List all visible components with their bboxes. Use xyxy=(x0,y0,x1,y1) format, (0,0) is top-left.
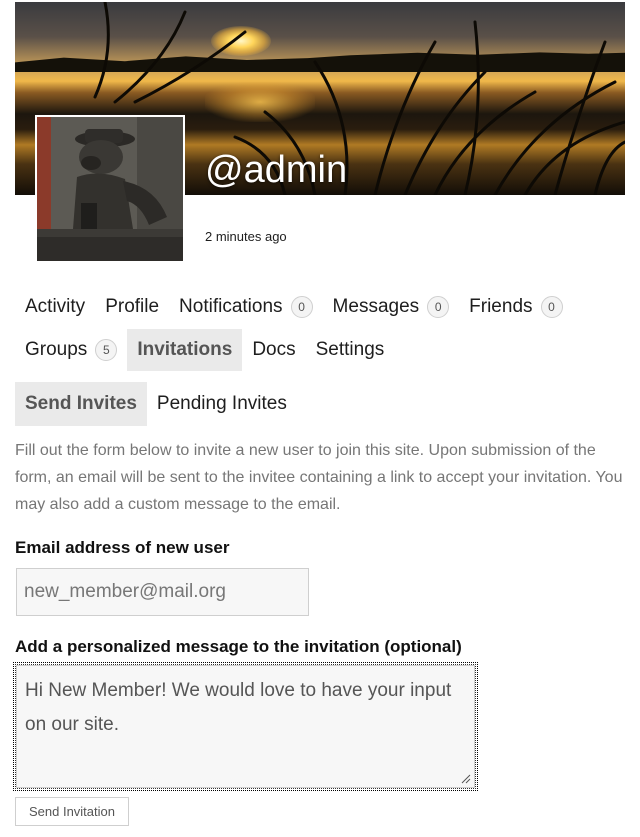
nav-item-label: Notifications xyxy=(179,296,283,317)
nav-item-notifications[interactable]: Notifications 0 xyxy=(169,289,323,325)
nav-item-label: Docs xyxy=(252,339,296,360)
groups-count-badge: 5 xyxy=(95,339,118,361)
subnav-pending-invites[interactable]: Pending Invites xyxy=(147,382,297,426)
profile-handle: @admin xyxy=(205,149,348,191)
avatar[interactable] xyxy=(35,115,185,263)
nav-item-label: Groups xyxy=(25,339,88,360)
last-active-timestamp: 2 minutes ago xyxy=(205,229,287,244)
subnav-send-invites[interactable]: Send Invites xyxy=(15,382,147,426)
messages-count-badge: 0 xyxy=(427,296,450,318)
subnav-label: Pending Invites xyxy=(156,393,287,414)
nav-item-label: Activity xyxy=(25,296,86,317)
nav-item-friends[interactable]: Friends 0 xyxy=(459,289,572,325)
invite-intro-text: Fill out the form below to invite a new … xyxy=(15,442,623,513)
nav-item-activity[interactable]: Activity xyxy=(15,289,95,325)
nav-item-label: Messages xyxy=(332,296,420,317)
nav-item-label: Invitations xyxy=(137,339,233,360)
nav-item-label: Friends xyxy=(469,296,533,317)
primary-nav-row-2: Groups 5 Invitations Docs Settings xyxy=(15,329,394,371)
nav-item-invitations[interactable]: Invitations xyxy=(127,329,243,371)
email-field[interactable] xyxy=(16,568,309,616)
notifications-count-badge: 0 xyxy=(290,296,313,318)
statue-avatar-image xyxy=(37,117,183,261)
email-label: Email address of new user xyxy=(15,538,230,557)
primary-nav-row-1: Activity Profile Notifications 0 Messages 0 Fr… xyxy=(15,289,573,325)
subnav-label: Send Invites xyxy=(25,393,137,414)
nav-item-settings[interactable]: Settings xyxy=(306,329,395,371)
send-invitation-button[interactable]: Send Invitation xyxy=(15,797,129,826)
nav-item-docs[interactable]: Docs xyxy=(242,329,305,371)
resize-grip-icon[interactable] xyxy=(459,772,471,784)
friends-count-badge: 0 xyxy=(540,296,563,318)
nav-item-messages[interactable]: Messages 0 xyxy=(323,289,460,325)
nav-item-groups[interactable]: Groups 5 xyxy=(15,329,127,371)
nav-item-label: Profile xyxy=(105,296,160,317)
message-field[interactable]: Hi New Member! We would love to have you… xyxy=(15,664,476,789)
nav-item-profile[interactable]: Profile xyxy=(95,289,169,325)
nav-item-label: Settings xyxy=(315,339,385,360)
message-field-wrapper: Hi New Member! We would love to have you… xyxy=(13,662,478,791)
message-label: Add a personalized message to the invita… xyxy=(15,637,462,656)
invitations-subnav: Send Invites Pending Invites xyxy=(15,382,297,426)
